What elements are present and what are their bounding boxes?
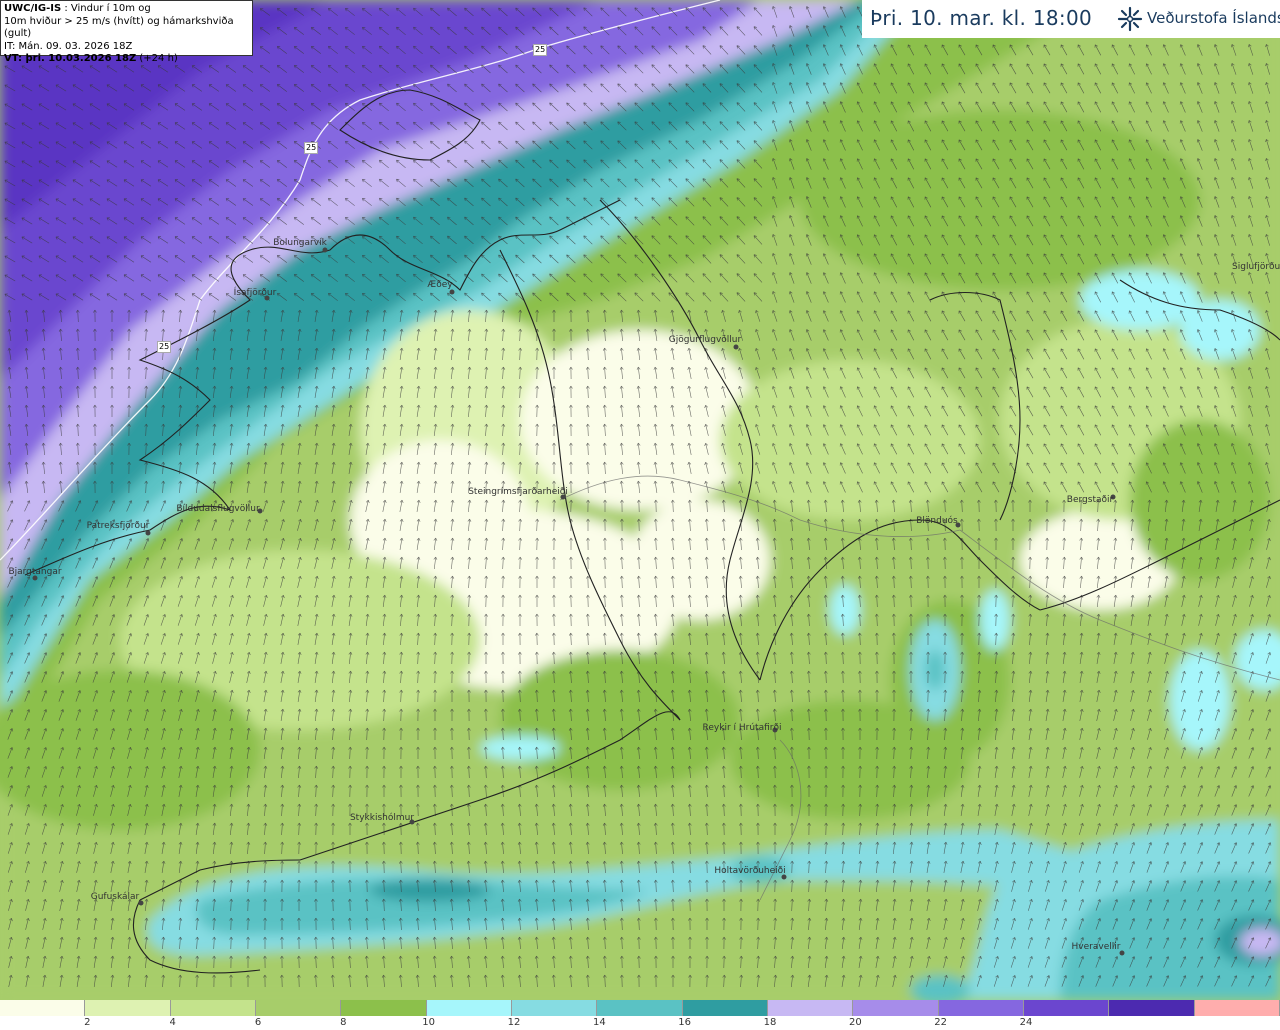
place-dot — [322, 247, 328, 253]
place-label-holtavorduheidi: Holtavörðuheiði — [714, 866, 786, 876]
place-label-reykir: Reykir í Hrútafirði — [702, 723, 782, 733]
place-label-aedey: Æðey — [427, 280, 453, 290]
color-legend: 2 4 6 8 10 12 14 16 18 20 22 24 — [0, 1000, 1280, 1030]
legend-swatch — [170, 1000, 256, 1016]
place-label-blonduos: Blönduós — [916, 516, 958, 526]
place-label-hveravellir: Hveravellir — [1071, 942, 1121, 952]
model-name: UWC/IG-IS — [4, 3, 62, 14]
place-label-steingrimsfjardarheidi: Steingrímsfjarðarheiði — [468, 487, 568, 497]
snowflake-logo-icon — [1117, 6, 1143, 32]
legend-tick-label: 18 — [763, 1017, 777, 1028]
legend-tick-label: 8 — [340, 1017, 347, 1028]
legend-bar — [0, 1000, 1280, 1016]
place-dot — [449, 289, 455, 295]
legend-swatch — [426, 1000, 512, 1016]
contour-label: 25 — [157, 341, 172, 353]
legend-swatch — [1109, 1000, 1195, 1016]
place-label-isafjordur: Ísafjörður — [233, 288, 277, 298]
info-line-2: 10m hviður > 25 m/s (hvítt) og hámarkshv… — [4, 15, 234, 40]
legend-swatch — [682, 1000, 768, 1016]
valid-time-label: VT: þri. 10.03.2026 18Z — [4, 53, 137, 64]
place-dot — [145, 530, 151, 536]
legend-tick-label: 4 — [169, 1017, 176, 1028]
legend-swatch — [0, 1000, 86, 1016]
place-label-bolungarvik: Bolungarvík — [273, 238, 327, 248]
place-label-gufuskalar: Gufuskálar — [90, 892, 140, 902]
valid-time-title: Þri. 10. mar. kl. 18:00 — [870, 6, 1092, 30]
legend-tick-label: 6 — [254, 1017, 262, 1028]
place-dot — [733, 344, 739, 350]
legend-swatch — [938, 1000, 1024, 1016]
legend-swatch — [1194, 1000, 1280, 1016]
legend-swatch — [511, 1000, 598, 1016]
legend-tick-label: 10 — [422, 1017, 436, 1028]
legend-swatch — [255, 1000, 342, 1016]
info-line-4: VT: þri. 10.03.2026 18Z (+24 h) — [4, 53, 249, 66]
info-line-3: IT: Mán. 09. 03. 2026 18Z — [4, 40, 133, 52]
info-box: UWC/IG-IS : Vindur í 10m og 10m hviður >… — [0, 0, 253, 64]
legend-swatch — [1023, 1000, 1110, 1016]
lead-time: (+24 h) — [136, 53, 178, 64]
contour-label: 25 — [304, 142, 319, 154]
legend-tick-label: 20 — [848, 1017, 862, 1028]
contour-label: 25 — [533, 44, 548, 56]
legend-swatch — [597, 1000, 683, 1016]
brand-name: Veðurstofa Íslands — [1147, 9, 1280, 27]
info-line-1-rest: : Vindur í 10m og — [61, 3, 151, 14]
header-bar: Þri. 10. mar. kl. 18:00 Veðurstofa Íslan… — [862, 0, 1280, 38]
legend-swatch — [85, 1000, 171, 1016]
place-label-siglufjordur: Siglufjörður — [1232, 262, 1280, 272]
place-label-patreksfjordur: Patreksfjörður — [86, 521, 150, 531]
place-label-bjargtangar: Bjargtangar — [8, 567, 62, 577]
legend-tick-label: 22 — [934, 1017, 948, 1028]
vedurstofa-logo: Veðurstofa Íslands — [1117, 5, 1280, 33]
legend-tick-label: 2 — [84, 1017, 91, 1028]
place-label-stykkisholmur: Stykkishólmur — [349, 813, 415, 823]
legend-tick-label: 14 — [592, 1017, 606, 1028]
legend-swatch — [341, 1000, 427, 1016]
legend-tick-label: 12 — [507, 1017, 521, 1028]
place-label-gjogur: Gjögurflugvöllur — [668, 335, 742, 345]
legend-tick-label: 16 — [678, 1017, 692, 1028]
place-label-bergstadir: Bergstaðir — [1066, 495, 1114, 505]
info-line-1: UWC/IG-IS : Vindur í 10m og — [4, 3, 249, 16]
legend-tick-label: 24 — [1019, 1017, 1033, 1028]
place-label-bildudalur: Bíldudalsflugvöllur — [176, 504, 260, 514]
legend-swatch — [767, 1000, 854, 1016]
legend-swatch — [853, 1000, 939, 1016]
